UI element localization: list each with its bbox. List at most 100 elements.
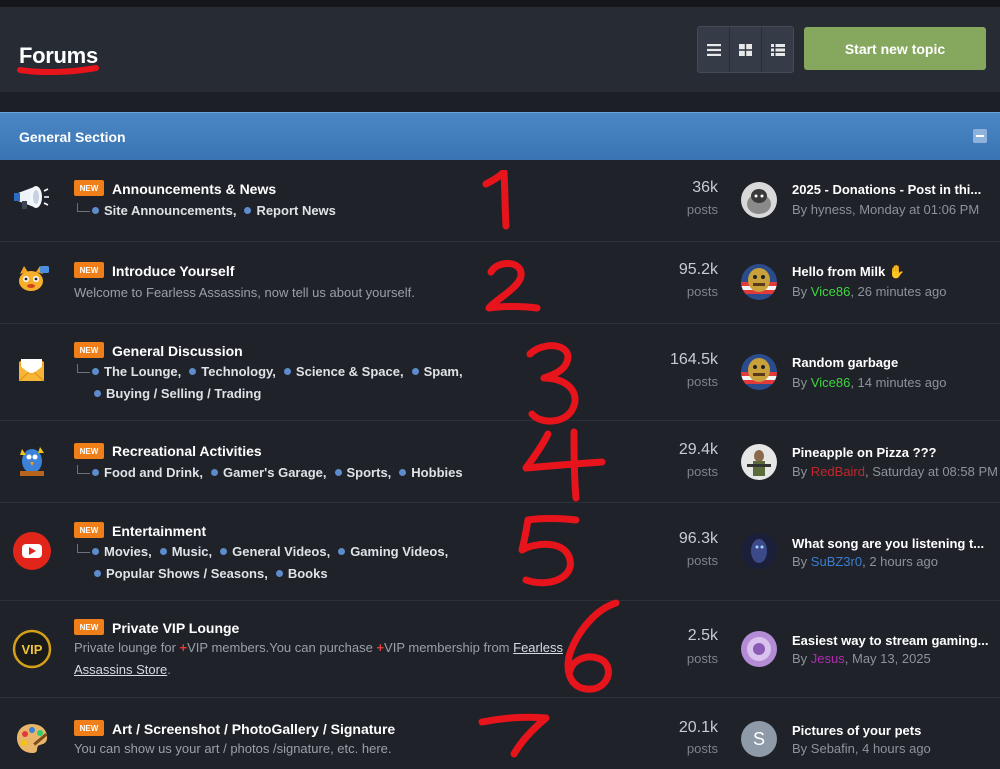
posts-label: posts [686, 374, 718, 389]
forum-title[interactable]: Art / Screenshot / PhotoGallery / Signat… [112, 721, 395, 737]
forum-title[interactable]: Recreational Activities [112, 443, 262, 459]
username[interactable]: Vice86 [811, 375, 851, 390]
subforum-link[interactable]: Gamer's Garage, [211, 465, 327, 480]
page-title: Forums [19, 43, 98, 68]
post-count: 20.1k [678, 719, 718, 736]
subforum-link[interactable]: Science & Space, [284, 364, 404, 379]
subforum-list: Site Announcements, Report News [74, 200, 494, 222]
post-time: , 26 minutes ago [850, 284, 947, 299]
subforum-link[interactable]: Popular Shows / Seasons, [94, 566, 268, 581]
avatar[interactable] [741, 264, 777, 300]
subforum-link[interactable]: Technology, [189, 364, 276, 379]
last-post-title[interactable]: Easiest way to stream gaming... [792, 633, 992, 648]
forum-row: NEW Entertainment Movies, Music, General V… [0, 503, 1000, 601]
last-post-title[interactable]: Random garbage [792, 355, 992, 370]
new-badge: NEW [74, 180, 104, 196]
forum-title[interactable]: Announcements & News [112, 181, 276, 197]
desc-text: VIP membership from [384, 640, 514, 655]
username[interactable]: Jesus [811, 651, 845, 666]
view-switcher [697, 26, 794, 73]
new-badge: NEW [74, 720, 104, 736]
last-post-meta: By hyness, Monday at 01:06 PM [792, 202, 997, 217]
posts-label: posts [686, 553, 718, 568]
new-badge: NEW [74, 619, 104, 635]
subforum-link[interactable]: Report News [244, 203, 335, 218]
subforum-link[interactable]: Hobbies [399, 465, 462, 480]
avatar[interactable]: S [741, 721, 777, 757]
subforum-link[interactable]: Books [276, 566, 328, 581]
subforum-link[interactable]: Site Announcements, [92, 203, 236, 218]
desc-text: Private lounge for [74, 640, 180, 655]
avatar[interactable] [741, 444, 777, 480]
envelope-icon [12, 351, 52, 391]
table-view-icon[interactable] [762, 27, 793, 72]
username[interactable]: RedBaird [811, 464, 865, 479]
subforum-link[interactable]: Food and Drink, [92, 465, 203, 480]
last-post-meta: By RedBaird, Saturday at 08:58 PM [792, 464, 998, 479]
tree-connector [77, 544, 90, 553]
forum-title[interactable]: Private VIP Lounge [112, 620, 239, 636]
subforum-link[interactable]: Sports, [335, 465, 392, 480]
youtube-icon [12, 531, 52, 571]
forum-title[interactable]: Entertainment [112, 523, 206, 539]
list-view-icon[interactable] [698, 27, 730, 72]
forum-row: NEW General Discussion The Lounge, Techno… [0, 324, 1000, 421]
last-post-meta: By Vice86, 26 minutes ago [792, 284, 997, 299]
subforum-link[interactable]: The Lounge, [92, 364, 181, 379]
by-label: By [792, 464, 811, 479]
top-strip [0, 0, 1000, 7]
subforum-link[interactable]: Spam, [412, 364, 463, 379]
last-post-meta: By Vice86, 14 minutes ago [792, 375, 997, 390]
subforum-link[interactable]: Gaming Videos, [338, 544, 448, 559]
last-post-title[interactable]: What song are you listening t... [792, 536, 992, 551]
post-count: 29.4k [678, 441, 718, 458]
forum-row: NEW Introduce Yourself Welcome to Fearle… [0, 242, 1000, 324]
post-time: , 4 hours ago [854, 741, 931, 756]
post-time: , 14 minutes ago [850, 375, 947, 390]
avatar[interactable] [741, 533, 777, 569]
start-new-topic-button[interactable]: Start new topic [804, 27, 986, 70]
avatar-letter: S [752, 728, 765, 749]
post-count: 2.5k [687, 627, 718, 644]
last-post-title[interactable]: 2025 - Donations - Post in thi... [792, 182, 992, 197]
posts-label: posts [686, 741, 718, 756]
posts-label: posts [686, 464, 718, 479]
username[interactable]: Sebafin [811, 741, 855, 756]
by-label: By [792, 284, 811, 299]
forum-title[interactable]: General Discussion [112, 343, 243, 359]
username[interactable]: SuBZ3r0 [811, 554, 862, 569]
last-post-title[interactable]: Hello from Milk ✋ [792, 264, 992, 280]
subforum-link[interactable]: Music, [160, 544, 212, 559]
avatar[interactable] [741, 631, 777, 667]
by-label: By [792, 375, 811, 390]
post-count: 36k [692, 179, 718, 196]
grid-view-icon[interactable] [730, 27, 762, 72]
last-post-title[interactable]: Pictures of your pets [792, 723, 992, 738]
subforum-list: Movies, Music, General Videos, Gaming Video… [74, 541, 494, 584]
desc-text: VIP members.You can purchase [187, 640, 377, 655]
last-post-title[interactable]: Pineapple on Pizza ??? [792, 445, 992, 460]
collapse-icon[interactable] [973, 129, 987, 143]
subforum-link[interactable]: General Videos, [220, 544, 330, 559]
subforum-list: The Lounge, Technology, Science & Space, Sp… [74, 361, 494, 404]
forum-title[interactable]: Introduce Yourself [112, 263, 234, 279]
posts-label: posts [686, 202, 718, 217]
username[interactable]: Vice86 [811, 284, 851, 299]
desc-text: . [167, 662, 171, 677]
subforum-list: Food and Drink, Gamer's Garage, Sports, Hob… [74, 462, 494, 484]
page-header: Forums Start new topic [0, 7, 1000, 92]
by-label: By [792, 202, 811, 217]
wave-hand-icon: ✋ [888, 264, 905, 279]
plus-icon: + [376, 640, 385, 655]
megaphone-icon [12, 178, 52, 218]
post-count: 164.5k [669, 351, 718, 368]
username[interactable]: hyness [811, 202, 852, 217]
subforum-link[interactable]: Buying / Selling / Trading [94, 386, 261, 401]
section-header[interactable]: General Section [0, 112, 1000, 160]
avatar[interactable] [741, 354, 777, 390]
post-time: , 2 hours ago [862, 554, 938, 569]
forum-description: Welcome to Fearless Assassins, now tell … [74, 285, 415, 300]
subforum-link[interactable]: Movies, [92, 544, 152, 559]
avatar[interactable] [741, 182, 777, 218]
new-badge: NEW [74, 522, 104, 538]
